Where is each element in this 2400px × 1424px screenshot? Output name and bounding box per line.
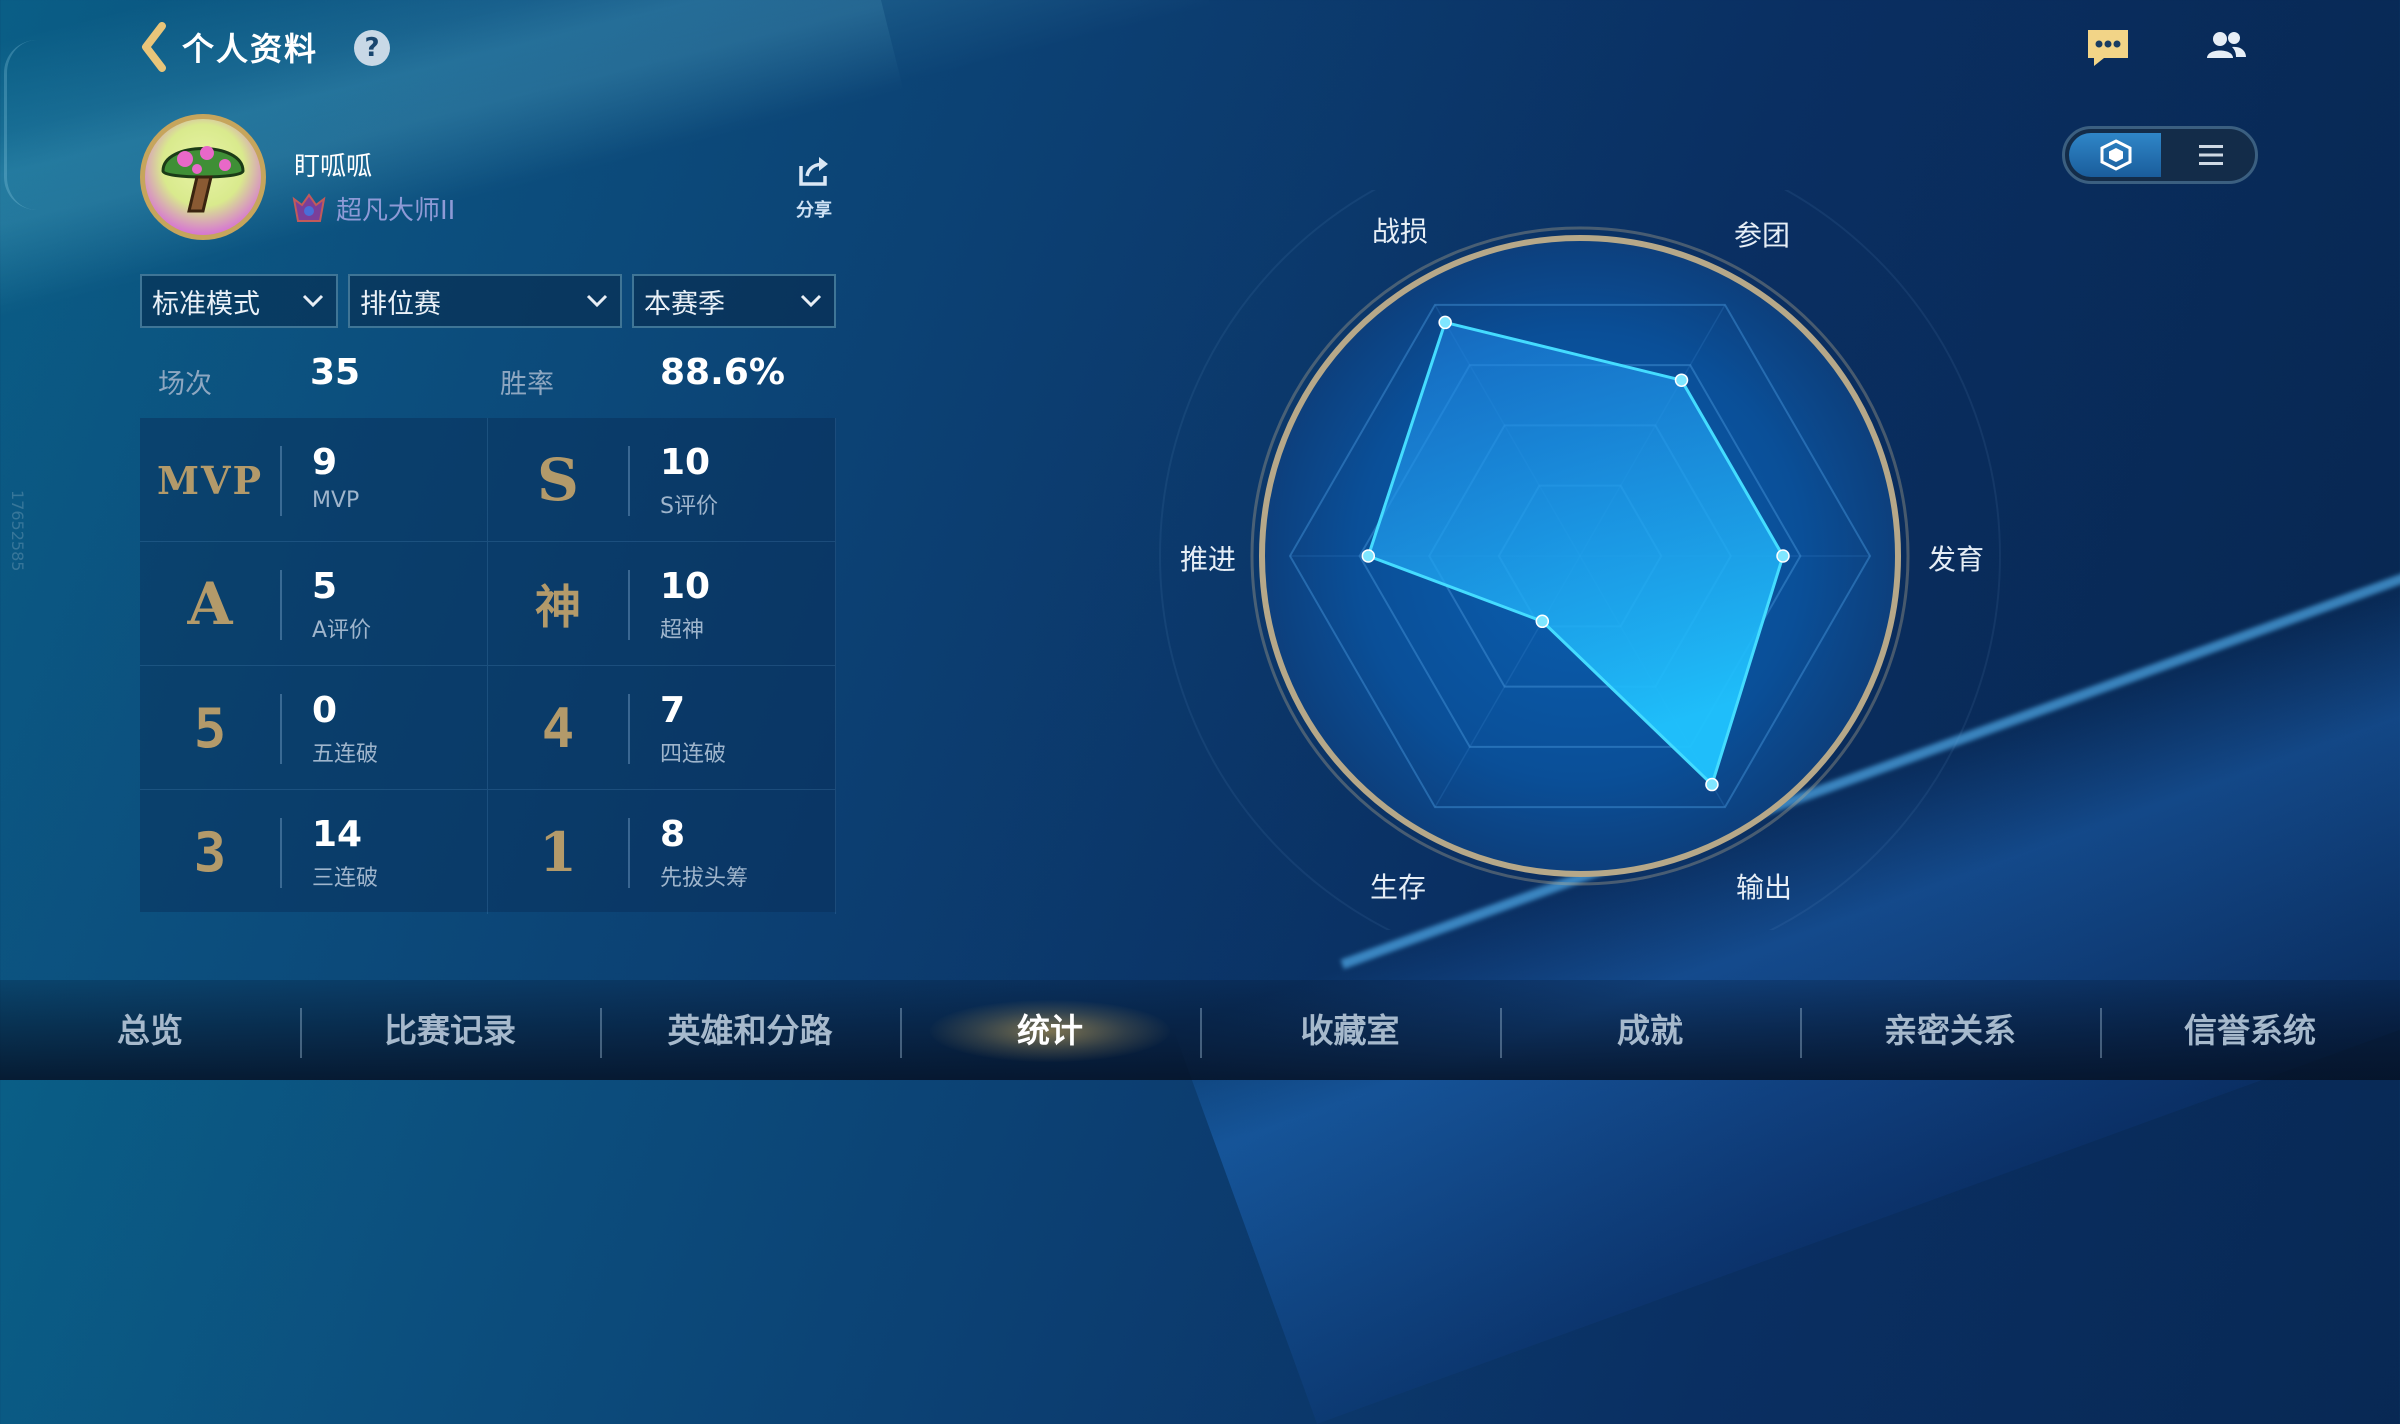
- stat-cell-first-blood[interactable]: 1 8 先拔头筹: [488, 790, 836, 914]
- matches-value: 35: [310, 352, 361, 393]
- quadra-badge-icon: 4: [541, 696, 575, 760]
- share-button[interactable]: 分享: [792, 154, 836, 222]
- tab-achievements[interactable]: 成就: [1500, 998, 1800, 1064]
- tab-heroes-lanes[interactable]: 英雄和分路: [600, 998, 900, 1064]
- stat-cell-penta[interactable]: 5 0 五连破: [140, 666, 488, 790]
- stat-caption: 五连破: [312, 742, 379, 767]
- side-id-text: 17652585: [8, 490, 27, 572]
- radar-point-1: [1674, 373, 1689, 387]
- radar-chart: 战损 参团 发育 输出 生存 推进: [1150, 135, 2010, 977]
- tab-collection[interactable]: 收藏室: [1200, 998, 1500, 1064]
- tab-divider: [900, 1008, 902, 1058]
- share-label: 分享: [796, 200, 832, 221]
- tab-match-history[interactable]: 比赛记录: [300, 998, 600, 1064]
- stat-caption: 先拔头筹: [660, 866, 749, 891]
- tab-divider: [300, 1008, 302, 1058]
- side-decoration: [4, 40, 37, 210]
- stat-caption: MVP: [312, 488, 360, 513]
- list-icon: [2199, 145, 2223, 165]
- winrate-value: 88.6%: [660, 352, 785, 393]
- tab-divider: [600, 1008, 602, 1058]
- chevron-down-icon: [302, 294, 324, 308]
- rank-row[interactable]: 超凡大师II: [292, 190, 455, 227]
- stat-cell-mvp[interactable]: MVP 9 MVP: [140, 418, 488, 542]
- page-title: 个人资料: [182, 30, 319, 68]
- tab-credit-system[interactable]: 信誉系统: [2100, 998, 2400, 1064]
- tab-relationships[interactable]: 亲密关系: [1800, 998, 2100, 1064]
- season-dropdown[interactable]: 本赛季: [632, 274, 836, 328]
- stat-value: 7: [660, 690, 686, 731]
- tab-statistics[interactable]: 统计: [900, 998, 1200, 1064]
- radar-point-5: [1361, 549, 1376, 563]
- avatar[interactable]: [140, 114, 266, 240]
- stat-value: 14: [312, 814, 363, 855]
- stat-caption: 超神: [660, 618, 705, 643]
- radar-label-teamfight: 参团: [1734, 219, 1791, 252]
- radar-point-2: [1776, 549, 1790, 563]
- stat-cell-a[interactable]: A 5 A评价: [140, 542, 488, 666]
- friends-icon[interactable]: [2202, 26, 2250, 70]
- mode-dropdown[interactable]: 标准模式: [140, 274, 338, 328]
- radar-label-damage: 输出: [1736, 871, 1793, 904]
- winrate-label: 胜率: [500, 369, 554, 400]
- mvp-badge-icon: MVP: [156, 457, 264, 503]
- share-icon: [799, 157, 828, 186]
- radar-label-battle-loss: 战损: [1372, 215, 1429, 248]
- rank-emblem-icon: [292, 192, 326, 222]
- radar-point-3: [1705, 777, 1719, 792]
- radar-point-0: [1438, 315, 1452, 330]
- tab-divider: [2100, 1008, 2102, 1058]
- stat-cell-s[interactable]: S 10 S评价: [488, 418, 836, 542]
- tab-divider: [1800, 1008, 1802, 1058]
- hexagon-icon: [2100, 139, 2132, 171]
- chevron-down-icon: [586, 294, 608, 308]
- stat-cell-quadra[interactable]: 4 7 四连破: [488, 666, 836, 790]
- radar-view-button[interactable]: [2069, 133, 2161, 177]
- radar-label-farming: 发育: [1928, 543, 1985, 576]
- stat-caption: S评价: [660, 494, 718, 519]
- stat-value: 0: [312, 690, 338, 731]
- season-dropdown-label: 本赛季: [644, 288, 725, 320]
- radar-label-push: 推进: [1180, 543, 1237, 576]
- chat-icon[interactable]: [2084, 26, 2132, 70]
- first-blood-badge-icon: 1: [539, 820, 577, 884]
- mushroom-icon: [161, 146, 245, 213]
- stat-cell-triple[interactable]: 3 14 三连破: [140, 790, 488, 914]
- matches-label: 场次: [158, 369, 212, 400]
- tab-overview[interactable]: 总览: [0, 998, 300, 1064]
- stat-caption: A评价: [312, 618, 372, 643]
- nickname: 盯呱呱: [294, 152, 373, 182]
- tab-divider: [1500, 1008, 1502, 1058]
- stat-value: 9: [312, 442, 338, 483]
- tab-divider: [1200, 1008, 1202, 1058]
- stat-value: 5: [312, 566, 338, 607]
- match-type-dropdown-label: 排位赛: [360, 288, 441, 320]
- mode-dropdown-label: 标准模式: [152, 288, 260, 320]
- stat-caption: 三连破: [312, 866, 379, 891]
- penta-badge-icon: 5: [193, 696, 227, 760]
- back-chevron-icon: [142, 22, 166, 72]
- back-button[interactable]: 个人资料: [140, 22, 318, 72]
- list-view-button[interactable]: [2165, 133, 2253, 177]
- radar-point-4: [1535, 614, 1550, 629]
- stat-value: 10: [660, 442, 711, 483]
- chevron-down-icon: [800, 294, 822, 308]
- triple-badge-icon: 3: [193, 820, 227, 884]
- legendary-badge-icon: 神: [535, 580, 581, 634]
- stat-value: 10: [660, 566, 711, 607]
- view-toggle[interactable]: [2062, 126, 2258, 184]
- stat-value: 8: [660, 814, 686, 855]
- a-badge-icon: A: [187, 570, 233, 638]
- radar-svg: [1159, 135, 2001, 977]
- help-icon[interactable]: ?: [354, 30, 390, 66]
- match-type-dropdown[interactable]: 排位赛: [348, 274, 622, 328]
- s-badge-icon: S: [537, 446, 579, 514]
- stats-grid: MVP 9 MVP S 10 S评价 A 5 A评价 神 10 超神 5 0 五…: [140, 418, 836, 914]
- stat-cell-legendary[interactable]: 神 10 超神: [488, 542, 836, 666]
- stat-caption: 四连破: [660, 742, 727, 767]
- radar-label-survival: 生存: [1370, 871, 1427, 904]
- rank-text: 超凡大师II: [336, 196, 456, 226]
